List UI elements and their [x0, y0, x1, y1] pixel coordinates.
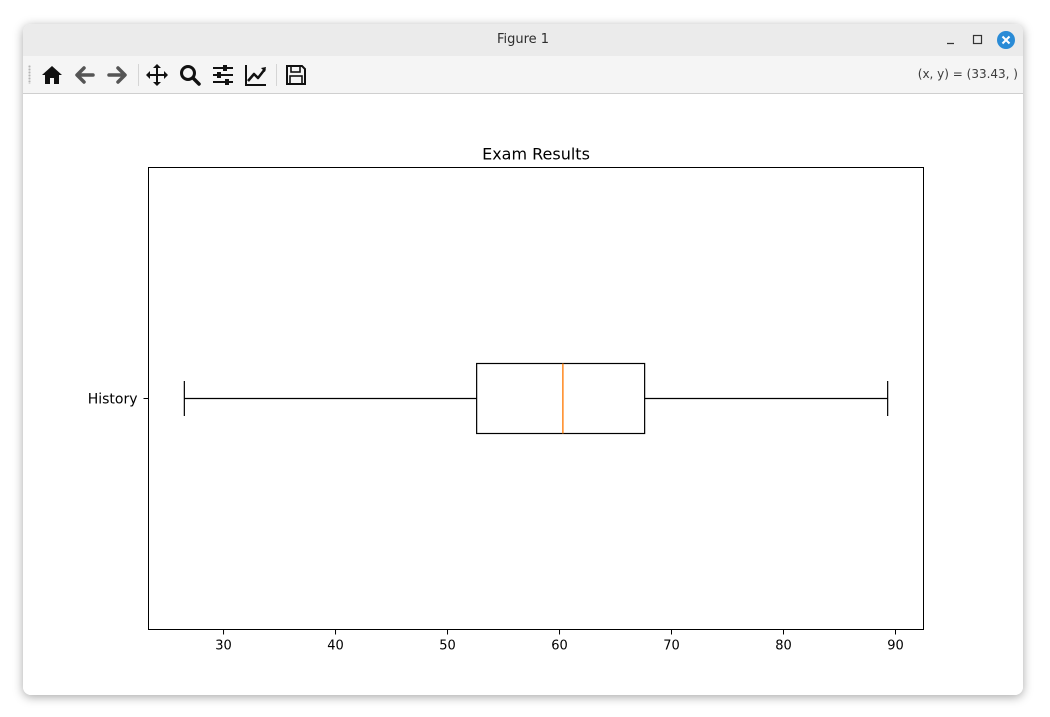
home-button[interactable]: [38, 61, 66, 89]
x-tick-label: 80: [775, 639, 792, 654]
toolbar-separator: [276, 64, 277, 86]
toolbar-grip[interactable]: [28, 65, 31, 84]
close-icon: [997, 31, 1015, 49]
window-title: Figure 1: [496, 32, 550, 47]
x-tick-label: 60: [551, 639, 568, 654]
maximize-button[interactable]: [968, 30, 988, 50]
save-button[interactable]: [282, 61, 310, 89]
pan-button[interactable]: [143, 61, 171, 89]
save-icon: [286, 65, 306, 85]
edit-axis-button[interactable]: [242, 61, 270, 89]
navigation-toolbar: (x, y) = (33.43, ): [23, 56, 1023, 94]
figure-window: Figure 1 (x, y) = (33.43,) Exam Results…: [23, 24, 1023, 695]
x-tick-label: 30: [215, 639, 232, 654]
title-bar: Figure 1: [23, 24, 1023, 56]
forward-arrow-icon: [107, 66, 127, 84]
x-tick-label: 40: [327, 639, 344, 654]
minimize-icon: [947, 42, 954, 45]
box-iqr: [476, 362, 646, 435]
forward-button[interactable]: [103, 61, 131, 89]
edit-axis-icon: [245, 65, 266, 86]
home-icon: [42, 66, 62, 84]
y-tick-label: History: [88, 392, 138, 408]
minimize-button[interactable]: [941, 30, 961, 50]
zoom-button[interactable]: [176, 61, 204, 89]
boxplot-chart: Exam Results 30 40 50 60 70 80 90 History: [88, 145, 924, 654]
toolbar-separator: [138, 64, 139, 86]
maximize-icon: [972, 34, 983, 45]
x-tick-label: 70: [663, 639, 680, 654]
figure-canvas[interactable]: Exam Results 30 40 50 60 70 80 90 History: [23, 94, 1023, 695]
x-tick-label: 50: [439, 639, 456, 654]
cursor-coordinates: (x, y) = (33.43, ): [917, 67, 1018, 81]
configure-subplots-icon: [213, 65, 233, 85]
configure-subplots-button[interactable]: [209, 61, 237, 89]
chart-title: Exam Results: [482, 145, 590, 164]
back-button[interactable]: [71, 61, 99, 89]
zoom-icon: [180, 65, 201, 86]
back-arrow-icon: [75, 66, 95, 84]
close-button[interactable]: [996, 30, 1016, 50]
x-tick-label: 90: [887, 639, 904, 654]
pan-icon: [146, 64, 168, 86]
